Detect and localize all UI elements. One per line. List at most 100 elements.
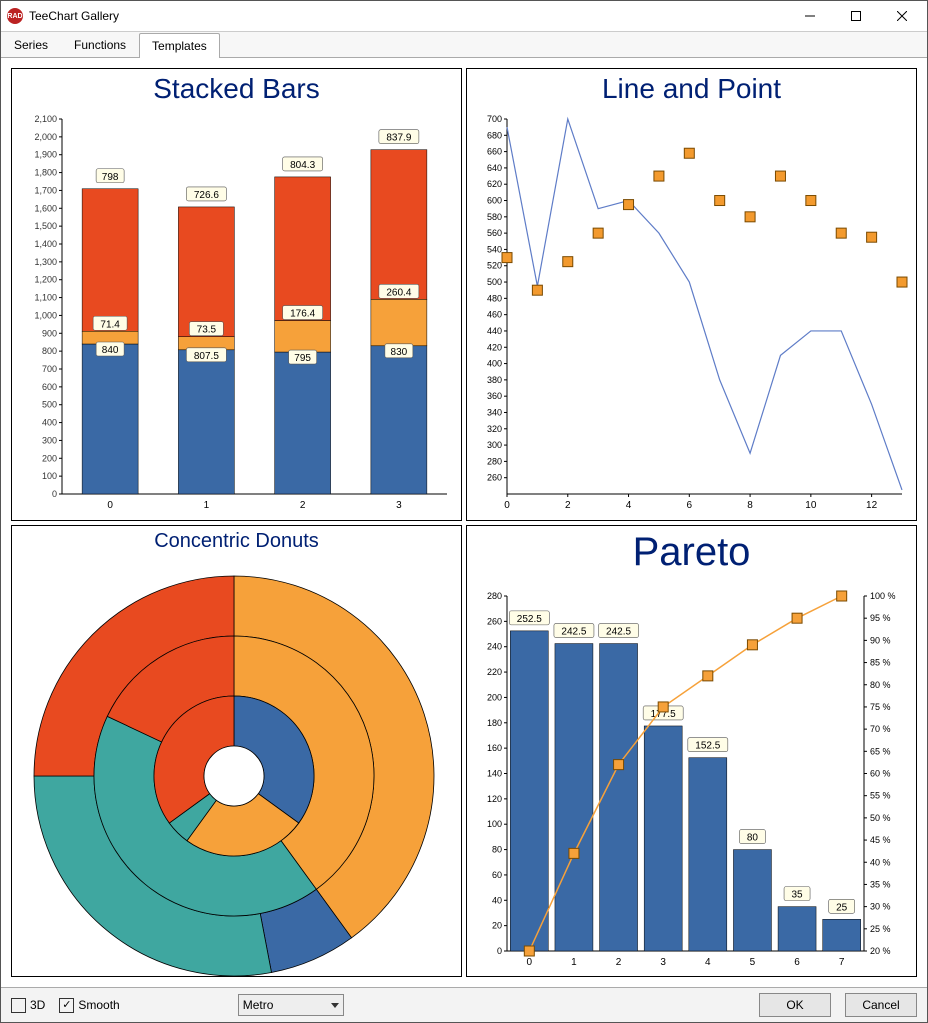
svg-text:80: 80: [747, 832, 759, 843]
svg-text:60: 60: [492, 869, 502, 879]
checkbox-3d-label: 3D: [30, 998, 45, 1012]
app-window: RAD TeeChart Gallery Series Functions Te…: [0, 0, 928, 1023]
svg-text:160: 160: [487, 743, 502, 753]
svg-text:1,200: 1,200: [34, 275, 57, 285]
chart-pareto[interactable]: Pareto 020406080100120140160180200220240…: [466, 525, 917, 978]
theme-select[interactable]: Metro: [238, 994, 344, 1016]
tab-bar: Series Functions Templates: [1, 32, 927, 58]
minimize-button[interactable]: [787, 1, 833, 31]
svg-text:252.5: 252.5: [517, 613, 542, 624]
svg-text:6: 6: [794, 957, 800, 968]
svg-text:7: 7: [839, 957, 845, 968]
chart-title-donuts: Concentric Donuts: [154, 530, 319, 553]
svg-text:65 %: 65 %: [870, 746, 891, 756]
svg-text:420: 420: [487, 342, 502, 352]
svg-text:0: 0: [497, 946, 502, 956]
svg-text:3: 3: [660, 957, 666, 968]
checkbox-3d-box[interactable]: [11, 998, 26, 1013]
svg-text:35 %: 35 %: [870, 879, 891, 889]
maximize-button[interactable]: [833, 1, 879, 31]
svg-text:40 %: 40 %: [870, 857, 891, 867]
svg-text:75 %: 75 %: [870, 701, 891, 711]
svg-text:2,000: 2,000: [34, 132, 57, 142]
svg-text:100: 100: [42, 471, 57, 481]
svg-text:50 %: 50 %: [870, 812, 891, 822]
svg-text:152.5: 152.5: [695, 740, 720, 751]
svg-text:0: 0: [107, 500, 113, 511]
svg-text:900: 900: [42, 328, 57, 338]
svg-text:795: 795: [294, 353, 311, 364]
svg-text:20: 20: [492, 920, 502, 930]
svg-text:1,600: 1,600: [34, 203, 57, 213]
svg-text:660: 660: [487, 147, 502, 157]
svg-text:837.9: 837.9: [386, 133, 411, 144]
svg-text:300: 300: [42, 435, 57, 445]
checkbox-3d[interactable]: 3D: [11, 998, 45, 1013]
svg-text:260.4: 260.4: [386, 287, 411, 298]
chart-title-linepoint: Line and Point: [602, 73, 781, 105]
cancel-button[interactable]: Cancel: [845, 993, 917, 1017]
svg-text:600: 600: [487, 196, 502, 206]
chart-title-stacked: Stacked Bars: [153, 73, 320, 105]
svg-text:520: 520: [487, 261, 502, 271]
svg-text:242.5: 242.5: [561, 626, 586, 637]
svg-text:10: 10: [805, 500, 817, 511]
svg-text:40: 40: [492, 895, 502, 905]
svg-text:73.5: 73.5: [197, 325, 217, 336]
svg-text:726.6: 726.6: [194, 190, 219, 201]
svg-text:80: 80: [492, 844, 502, 854]
chart-donuts[interactable]: Concentric Donuts: [11, 525, 462, 978]
close-button[interactable]: [879, 1, 925, 31]
svg-text:640: 640: [487, 163, 502, 173]
svg-text:1,700: 1,700: [34, 185, 57, 195]
svg-text:380: 380: [487, 375, 502, 385]
svg-text:798: 798: [102, 172, 119, 183]
svg-text:80 %: 80 %: [870, 679, 891, 689]
svg-text:460: 460: [487, 310, 502, 320]
checkbox-smooth-label: Smooth: [78, 998, 119, 1012]
svg-text:800: 800: [42, 346, 57, 356]
svg-text:830: 830: [391, 347, 408, 358]
svg-text:400: 400: [487, 359, 502, 369]
svg-text:1,300: 1,300: [34, 257, 57, 267]
svg-text:260: 260: [487, 473, 502, 483]
svg-text:25: 25: [836, 902, 848, 913]
svg-text:30 %: 30 %: [870, 901, 891, 911]
checkbox-smooth-box[interactable]: ✓: [59, 998, 74, 1013]
app-icon: RAD: [7, 8, 23, 24]
chart-line-point[interactable]: Line and Point 2602803003203403603804004…: [466, 68, 917, 521]
svg-text:100: 100: [487, 819, 502, 829]
tab-series[interactable]: Series: [1, 32, 61, 57]
titlebar: RAD TeeChart Gallery: [1, 1, 927, 32]
svg-text:480: 480: [487, 293, 502, 303]
tab-templates[interactable]: Templates: [139, 33, 220, 58]
svg-text:2: 2: [300, 500, 306, 511]
svg-text:140: 140: [487, 768, 502, 778]
svg-text:700: 700: [487, 114, 502, 124]
svg-text:500: 500: [42, 400, 57, 410]
svg-text:100 %: 100 %: [870, 591, 896, 601]
svg-text:1,100: 1,100: [34, 293, 57, 303]
svg-text:20 %: 20 %: [870, 946, 891, 956]
svg-text:1: 1: [204, 500, 210, 511]
window-title: TeeChart Gallery: [29, 9, 787, 23]
tab-functions[interactable]: Functions: [61, 32, 139, 57]
svg-text:55 %: 55 %: [870, 790, 891, 800]
svg-text:1,800: 1,800: [34, 168, 57, 178]
svg-text:2: 2: [565, 500, 571, 511]
svg-text:540: 540: [487, 244, 502, 254]
svg-text:600: 600: [42, 382, 57, 392]
theme-select-value: Metro: [243, 995, 274, 1015]
bottom-bar: 3D ✓ Smooth Metro OK Cancel: [1, 987, 927, 1022]
checkbox-smooth[interactable]: ✓ Smooth: [59, 998, 119, 1013]
svg-text:680: 680: [487, 130, 502, 140]
svg-text:280: 280: [487, 456, 502, 466]
svg-text:8: 8: [747, 500, 753, 511]
ok-button[interactable]: OK: [759, 993, 831, 1017]
chart-stacked-bars[interactable]: Stacked Bars 010020030040050060070080090…: [11, 68, 462, 521]
svg-text:176.4: 176.4: [290, 309, 315, 320]
svg-text:12: 12: [866, 500, 878, 511]
svg-text:2: 2: [616, 957, 622, 968]
svg-text:560: 560: [487, 228, 502, 238]
svg-text:804.3: 804.3: [290, 160, 315, 171]
